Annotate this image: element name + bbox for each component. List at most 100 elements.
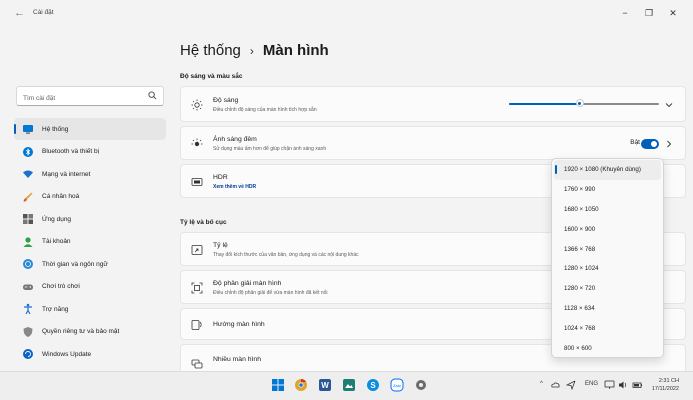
sidebar-item-accessibility[interactable]: Trợ năng — [14, 298, 166, 320]
svg-text:W: W — [321, 381, 329, 390]
clock-time: 2:31 CH — [658, 378, 679, 384]
section-title-brightness-color: Độ sáng và màu sắc — [180, 73, 243, 80]
word-icon[interactable]: W — [318, 378, 332, 392]
search-icon[interactable] — [148, 91, 157, 100]
apps-icon — [23, 214, 33, 224]
sidebar-item-apps[interactable]: Ứng dụng — [14, 208, 166, 230]
svg-text:S: S — [370, 381, 376, 390]
onedrive-icon[interactable] — [550, 380, 560, 390]
sidebar-item-personalization[interactable]: Cá nhân hoá — [14, 186, 166, 208]
resolution-option[interactable]: 1280 × 720 — [554, 279, 661, 299]
sidebar-item-label: Trợ năng — [42, 305, 69, 313]
night-light-state: Bật — [630, 139, 640, 146]
app-title: Cài đặt — [33, 9, 54, 16]
sidebar-item-label: Quyền riêng tư và bảo mật — [42, 328, 120, 335]
sidebar-item-accounts[interactable]: Tài khoản — [14, 231, 166, 253]
clock[interactable]: 2:31 CH 17/11/2022 — [652, 377, 679, 393]
network-icon[interactable] — [604, 380, 615, 390]
slider-thumb[interactable] — [575, 99, 584, 107]
hdr-title: HDR — [213, 174, 228, 181]
resolution-title: Độ phân giải màn hình — [213, 280, 282, 287]
sidebar-item-label: Bluetooth và thiết bị — [42, 148, 100, 155]
resolution-option[interactable]: 1024 × 768 — [554, 318, 661, 338]
resolution-option[interactable]: 1280 × 1024 — [554, 259, 661, 279]
location-icon[interactable] — [566, 380, 576, 390]
sidebar-item-windows-update[interactable]: Windows Update — [14, 343, 166, 365]
brush-icon — [23, 192, 33, 202]
resolution-dropdown[interactable]: 1920 × 1080 (Khuyên dùng) 1760 × 990 168… — [551, 158, 664, 358]
chrome-icon[interactable] — [294, 378, 308, 392]
sidebar-item-label: Windows Update — [42, 350, 92, 358]
volume-icon[interactable] — [618, 380, 629, 390]
globe-clock-icon — [23, 259, 33, 269]
taskbar: W S Zalo ^ ENG 2:31 CH 17/11/2022 — [0, 371, 693, 400]
page-title: Màn hình — [262, 42, 329, 59]
sidebar-item-privacy[interactable]: Quyền riêng tư và bảo mật — [14, 321, 166, 343]
night-light-title: Ánh sáng đêm — [213, 136, 257, 143]
sidebar-item-network[interactable]: Mạng và internet — [14, 163, 166, 185]
gamepad-icon — [23, 284, 33, 290]
search-input[interactable] — [17, 89, 137, 108]
resolution-option[interactable]: 1680 × 1050 — [554, 200, 661, 220]
sidebar-nav: Hệ thống Bluetooth và thiết bị Mạng và i… — [14, 118, 166, 366]
skype-icon[interactable]: S — [366, 378, 380, 392]
svg-text:Zalo: Zalo — [393, 383, 402, 388]
monitor-icon — [23, 125, 33, 134]
multi-display-icon — [191, 359, 203, 369]
title-bar: ← Cài đặt − ❐ ✕ — [0, 0, 693, 26]
brightness-card: Độ sáng Điều chỉnh độ sáng của màn hình … — [180, 86, 686, 122]
sidebar-item-label: Tài khoản — [42, 238, 71, 245]
zalo-icon[interactable]: Zalo — [390, 378, 404, 392]
night-light-icon — [191, 138, 203, 147]
accessibility-icon — [24, 303, 32, 315]
sidebar-item-label: Mạng và internet — [42, 170, 91, 178]
sun-icon — [191, 99, 203, 111]
minimize-button[interactable]: − — [614, 6, 636, 20]
chevron-down-icon[interactable] — [665, 101, 673, 109]
windows-start-icon[interactable] — [271, 378, 285, 392]
sidebar-item-label: Cá nhân hoá — [42, 193, 80, 200]
hdr-icon — [191, 178, 203, 186]
sidebar-item-time-language[interactable]: Thời gian và ngôn ngữ — [14, 253, 166, 275]
resolution-option[interactable]: 1128 × 634 — [554, 299, 661, 319]
resolution-option[interactable]: 800 × 600 — [554, 338, 661, 358]
hdr-learn-more-link[interactable]: Xem thêm về HDR — [213, 184, 256, 190]
breadcrumb: Hệ thống › Màn hình — [180, 42, 329, 59]
sidebar: Hệ thống Bluetooth và thiết bị Mạng và i… — [0, 26, 172, 376]
clock-date: 17/11/2022 — [651, 386, 679, 392]
section-title-scale-layout: Tỷ lệ và bố cục — [180, 219, 227, 226]
shield-icon — [23, 326, 33, 337]
settings-gear-icon[interactable] — [414, 378, 428, 392]
maximize-button[interactable]: ❐ — [638, 6, 660, 20]
close-button[interactable]: ✕ — [662, 6, 684, 20]
multi-display-title: Nhiều màn hình — [213, 356, 261, 363]
chevron-right-icon[interactable] — [665, 140, 673, 148]
resolution-subtitle: Điều chỉnh độ phân giải để vừa màn hình … — [213, 290, 328, 296]
sidebar-item-label: Ứng dụng — [42, 215, 72, 223]
scale-icon — [191, 245, 203, 255]
brightness-slider[interactable] — [509, 99, 659, 107]
night-light-card[interactable]: Ánh sáng đêm Sử dụng màu ấm hơn để giúp … — [180, 126, 686, 160]
scale-title: Tỷ lệ — [213, 242, 228, 249]
resolution-option[interactable]: 1920 × 1080 (Khuyên dùng) — [554, 160, 661, 180]
back-button[interactable]: ← — [14, 7, 26, 19]
photos-icon[interactable] — [342, 378, 356, 392]
tray-overflow-button[interactable]: ^ — [540, 381, 543, 387]
language-indicator[interactable]: ENG — [585, 381, 598, 387]
breadcrumb-parent[interactable]: Hệ thống — [180, 42, 241, 59]
breadcrumb-separator: › — [249, 44, 254, 58]
search-box[interactable] — [16, 86, 164, 108]
sidebar-item-gaming[interactable]: Chơi trò chơi — [14, 276, 166, 298]
bluetooth-icon — [23, 146, 33, 157]
brightness-title: Độ sáng — [213, 97, 239, 104]
resolution-option[interactable]: 1600 × 900 — [554, 219, 661, 239]
scale-subtitle: Thay đổi kích thước của văn bản, ứng dụn… — [213, 252, 359, 258]
person-icon — [23, 236, 33, 247]
brightness-subtitle: Điều chỉnh độ sáng của màn hình tích hợp… — [213, 107, 317, 113]
battery-icon[interactable] — [632, 380, 643, 390]
resolution-option[interactable]: 1760 × 990 — [554, 180, 661, 200]
sidebar-item-system[interactable]: Hệ thống — [14, 118, 166, 140]
night-light-toggle[interactable] — [641, 139, 659, 149]
sidebar-item-bluetooth[interactable]: Bluetooth và thiết bị — [14, 141, 166, 163]
resolution-option[interactable]: 1366 × 768 — [554, 239, 661, 259]
